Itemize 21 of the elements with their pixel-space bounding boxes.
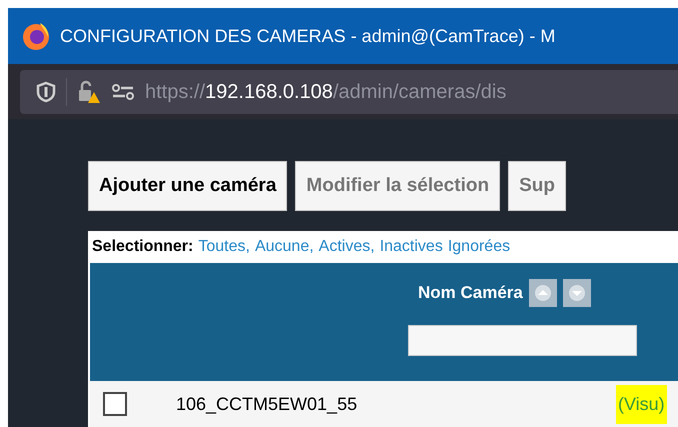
camera-name: 106_CCTM5EW01_55 (176, 392, 358, 416)
toolbar-button[interactable]: Ajouter une caméra (88, 161, 288, 211)
browser-logo-icon (20, 20, 52, 52)
lock-warning-icon[interactable] (77, 80, 101, 104)
shield-icon[interactable] (36, 80, 56, 102)
sort-down-button[interactable] (562, 279, 591, 307)
visu-link[interactable]: (Visu) (616, 384, 667, 424)
sort-up-button[interactable] (528, 279, 557, 307)
select-link[interactable]: Inactives (380, 235, 443, 259)
select-label: Selectionner: (92, 237, 194, 257)
select-link[interactable]: Actives, (318, 235, 375, 259)
sliders-icon[interactable] (111, 82, 135, 100)
window-title: CONFIGURATION DES CAMERAS - admin@(CamTrace) - M (60, 24, 556, 48)
address-bar[interactable]: https://192.168.0.108/admin/cameras/dis (20, 70, 678, 114)
column-header: Nom Caméra (418, 282, 523, 304)
url-text[interactable]: https://192.168.0.108/admin/cameras/dis (145, 76, 506, 106)
select-link[interactable]: Ignorées (448, 235, 510, 259)
row-checkbox[interactable] (103, 392, 127, 416)
select-link[interactable]: Aucune, (254, 235, 314, 259)
select-link[interactable]: Toutes, (198, 235, 250, 259)
filter-field[interactable] (408, 325, 637, 356)
